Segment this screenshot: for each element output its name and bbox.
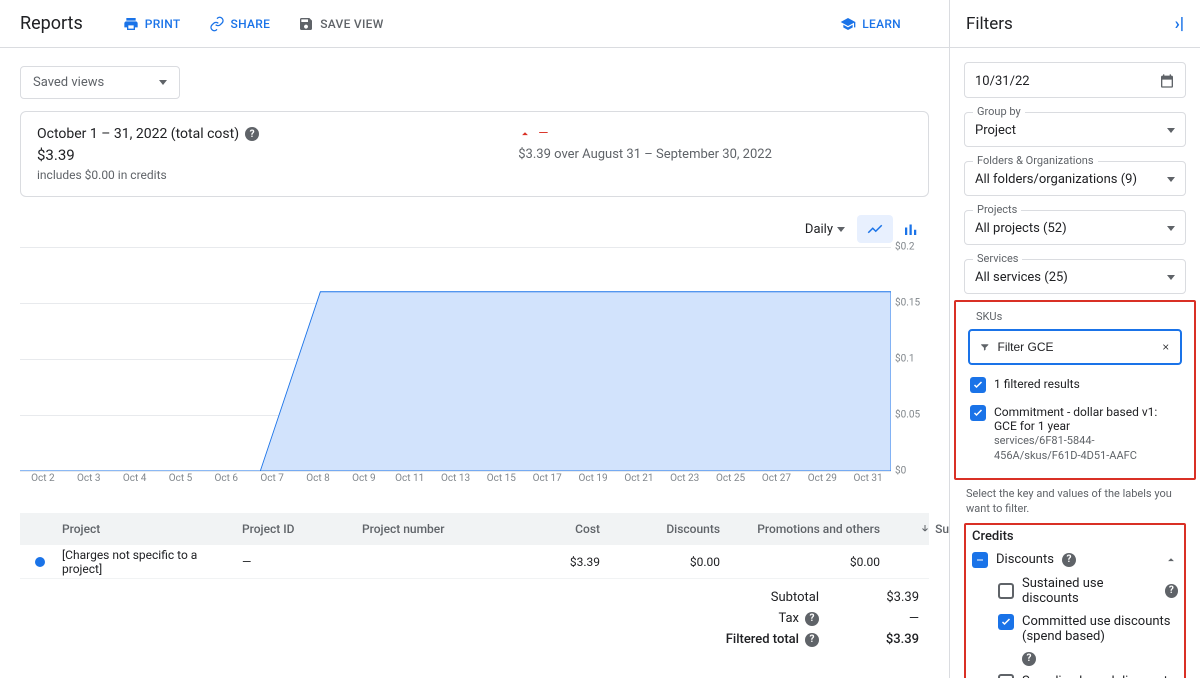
- learn-icon: [840, 16, 856, 32]
- cost-chart: $0$0.05$0.1$0.15$0.2 Oct 2Oct 3Oct 4Oct …: [20, 247, 929, 487]
- sku-filter-input[interactable]: [998, 340, 1153, 354]
- folders-select[interactable]: Folders & Organizations All folders/orga…: [964, 161, 1186, 196]
- summary-amount: $3.39: [37, 146, 518, 164]
- cost-table: Project Project ID Project number Cost D…: [20, 513, 929, 650]
- line-chart-icon: [866, 220, 884, 238]
- filter-icon: [980, 339, 990, 355]
- discounts-group[interactable]: Discounts ?: [972, 548, 1178, 572]
- chevron-down-icon: [1167, 226, 1175, 231]
- time-range-field[interactable]: 10/31/22: [964, 62, 1186, 98]
- committed-checkbox[interactable]: Committed use discounts (spend based): [998, 610, 1178, 648]
- services-select[interactable]: Services All services (25): [964, 259, 1186, 294]
- print-icon: [123, 16, 139, 32]
- granularity-select[interactable]: Daily: [805, 222, 845, 237]
- trend-up-icon: [518, 127, 532, 141]
- filtered-results-checkbox[interactable]: 1 filtered results: [968, 371, 1182, 399]
- summary-period: October 1 – 31, 2022 (total cost): [37, 126, 239, 142]
- skus-highlight: SKUs 1 filtered results Commitment - dol…: [954, 300, 1196, 480]
- col-project[interactable]: Project: [56, 522, 236, 536]
- page-title: Reports: [20, 13, 83, 34]
- save-view-button[interactable]: SAVE VIEW: [298, 16, 383, 32]
- learn-button[interactable]: LEARN: [840, 16, 901, 32]
- labels-hint: Select the key and values of the labels …: [966, 486, 1184, 517]
- credits-highlight: Credits Discounts ? Sustained use discou…: [964, 523, 1186, 678]
- group-by-select[interactable]: Group by Project: [964, 112, 1186, 147]
- print-button[interactable]: PRINT: [123, 16, 181, 32]
- calendar-icon: [1159, 73, 1175, 89]
- filters-title: Filters: [966, 14, 1013, 34]
- share-icon: [209, 16, 225, 32]
- trend-value: —: [538, 126, 548, 141]
- saved-views-select[interactable]: Saved views: [20, 66, 180, 99]
- help-icon[interactable]: ?: [1022, 652, 1036, 666]
- credits-title: Credits: [972, 529, 1178, 544]
- bar-chart-icon: [902, 220, 920, 238]
- help-icon[interactable]: ?: [1062, 553, 1076, 567]
- sku-item-checkbox[interactable]: Commitment - dollar based v1: GCE for 1 …: [968, 399, 1182, 470]
- series-dot: [35, 557, 45, 567]
- summary-credits: includes $0.00 in credits: [37, 168, 518, 182]
- col-cost[interactable]: Cost: [496, 522, 606, 536]
- collapse-filters-icon[interactable]: ›|: [1170, 14, 1184, 34]
- chevron-down-icon: [1167, 177, 1175, 182]
- save-icon: [298, 16, 314, 32]
- chevron-down-icon: [159, 80, 167, 85]
- summary-card: October 1 – 31, 2022 (total cost) ? $3.3…: [20, 111, 929, 197]
- help-icon[interactable]: ?: [1165, 584, 1178, 598]
- close-icon[interactable]: [1161, 339, 1171, 355]
- arrow-down-icon: [919, 523, 931, 535]
- compare-period: $3.39 over August 31 – September 30, 202…: [518, 147, 912, 162]
- help-icon[interactable]: ?: [245, 127, 259, 141]
- sustained-checkbox[interactable]: Sustained use discounts ?: [998, 572, 1178, 610]
- projects-select[interactable]: Projects All projects (52): [964, 210, 1186, 245]
- chevron-down-icon: [1167, 128, 1175, 133]
- share-button[interactable]: SHARE: [209, 16, 271, 32]
- chevron-down-icon: [837, 227, 845, 232]
- help-icon[interactable]: ?: [805, 633, 819, 647]
- col-project-id[interactable]: Project ID: [236, 522, 356, 536]
- table-row[interactable]: [Charges not specific to a project] — $3…: [20, 545, 929, 579]
- help-icon[interactable]: ?: [805, 612, 819, 626]
- col-discounts[interactable]: Discounts: [606, 522, 726, 536]
- sku-filter-input-wrap[interactable]: [968, 329, 1182, 365]
- chart-type-line[interactable]: [857, 215, 893, 243]
- chevron-up-icon[interactable]: [1164, 553, 1178, 567]
- col-project-number[interactable]: Project number: [356, 522, 496, 536]
- col-subtotal[interactable]: Subtotal: [886, 522, 949, 536]
- chart-type-bar[interactable]: [893, 215, 929, 243]
- col-promotions[interactable]: Promotions and others: [726, 522, 886, 536]
- chevron-down-icon: [1167, 275, 1175, 280]
- spending-checkbox[interactable]: Spending based discounts (contractual): [998, 670, 1178, 678]
